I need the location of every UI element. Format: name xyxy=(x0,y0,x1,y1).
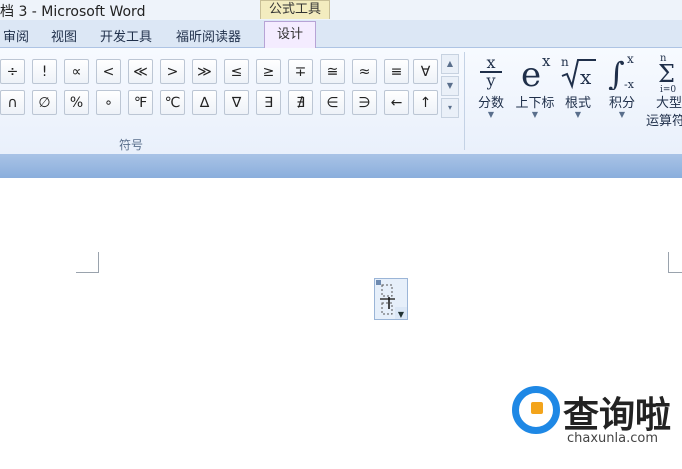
symbol-button[interactable]: ∆ xyxy=(192,90,217,115)
symbol-button[interactable]: ℃ xyxy=(160,90,185,115)
symbol-button[interactable]: < xyxy=(96,59,121,84)
chevron-down-icon: ▼ xyxy=(531,110,539,119)
symbol-button[interactable]: > xyxy=(160,59,185,84)
chevron-down-icon: ▼ xyxy=(574,110,582,119)
symbol-button[interactable]: ≫ xyxy=(192,59,217,84)
radical-button[interactable]: n x 根式 ▼ xyxy=(558,48,598,154)
large-operator-label: 大型 xyxy=(656,96,682,111)
svg-text:y: y xyxy=(485,71,495,90)
symbol-button[interactable]: ∄ xyxy=(288,90,313,115)
large-operator-label-line2: 运算符 xyxy=(646,114,682,129)
tab-view[interactable]: 视图 xyxy=(51,26,77,45)
symbol-gallery-scroll: ▲ ▼ ▾ xyxy=(441,54,459,118)
svg-text:n: n xyxy=(561,55,569,69)
svg-text:Σ: Σ xyxy=(658,60,675,88)
symbol-button[interactable]: ∘ xyxy=(96,90,121,115)
symbol-button[interactable]: ∃ xyxy=(256,90,281,115)
symbol-button[interactable]: ≡ xyxy=(384,59,409,84)
ribbon-bottom-band xyxy=(0,154,682,178)
fraction-placeholder-icon: ▼ xyxy=(376,280,407,319)
title-bar: 档 3 - Microsoft Word 公式工具 xyxy=(0,0,682,20)
radical-icon: n x xyxy=(558,52,598,92)
symbol-button[interactable]: ← xyxy=(384,90,409,115)
chevron-down-icon: ▼ xyxy=(618,110,626,119)
svg-text:i=0: i=0 xyxy=(660,85,676,92)
ribbon: ÷ ! ∝ < ≪ > ≫ ≤ ≥ ∓ ≅ ≈ ≡ ∀ ∩ ∅ % ∘ ℉ ℃ … xyxy=(0,48,682,154)
large-operator-button[interactable]: n Σ i=0 大型 运算符 xyxy=(644,48,682,154)
scroll-down-button[interactable]: ▼ xyxy=(441,76,459,96)
script-icon: e x xyxy=(512,52,558,95)
symbols-group-label: 符号 xyxy=(119,138,144,152)
script-button[interactable]: e x 上下标 ▼ xyxy=(512,48,558,154)
tab-developer[interactable]: 开发工具 xyxy=(100,26,152,45)
symbol-button[interactable]: ∇ xyxy=(224,90,249,115)
integral-label: 积分 xyxy=(608,96,635,111)
group-separator xyxy=(464,52,465,150)
window-title: 档 3 - Microsoft Word xyxy=(0,4,146,20)
svg-text:x: x xyxy=(542,52,551,70)
symbol-button[interactable]: ∝ xyxy=(64,59,89,84)
fraction-label: 分数 xyxy=(477,96,504,111)
svg-text:∫: ∫ xyxy=(608,55,625,90)
tab-review[interactable]: 审阅 xyxy=(3,26,29,45)
svg-text:e: e xyxy=(521,55,541,90)
symbol-button[interactable]: ∀ xyxy=(413,59,438,84)
fraction-button[interactable]: x y 分数 ▼ xyxy=(470,48,512,154)
symbol-button[interactable]: ≈ xyxy=(352,59,377,84)
equation-tools-context-tab: 公式工具 xyxy=(260,0,330,19)
svg-text:-x: -x xyxy=(624,78,635,90)
radical-label: 根式 xyxy=(564,96,591,111)
chevron-down-icon: ▼ xyxy=(487,110,495,119)
svg-text:x: x xyxy=(580,65,592,89)
symbol-button[interactable]: ≅ xyxy=(320,59,345,84)
symbols-group: ÷ ! ∝ < ≪ > ≫ ≤ ≥ ∓ ≅ ≈ ≡ ∀ ∩ ∅ % ∘ ℉ ℃ … xyxy=(0,48,462,154)
symbol-button[interactable]: ! xyxy=(32,59,57,84)
scroll-up-button[interactable]: ▲ xyxy=(441,54,459,74)
gallery-more-button[interactable]: ▾ xyxy=(441,98,459,118)
left-margin-crop-mark xyxy=(76,252,99,273)
brand-logo-accent xyxy=(531,402,543,414)
fraction-icon: x y xyxy=(470,52,512,92)
tab-design[interactable]: 设计 xyxy=(264,21,317,48)
watermark-url: chaxunla.com xyxy=(567,431,658,446)
word-window: 档 3 - Microsoft Word 公式工具 审阅 视图 开发工具 福昕阅… xyxy=(0,0,682,469)
symbol-button[interactable]: ∓ xyxy=(288,59,313,84)
integral-button[interactable]: ∫ x -x 积分 ▼ xyxy=(600,48,644,154)
symbol-button[interactable]: ≤ xyxy=(224,59,249,84)
symbol-button[interactable]: ≥ xyxy=(256,59,281,84)
svg-text:x: x xyxy=(627,52,634,66)
symbol-button[interactable]: ℉ xyxy=(128,90,153,115)
symbol-button[interactable]: ∩ xyxy=(0,90,25,115)
integral-icon: ∫ x -x xyxy=(600,52,644,93)
symbol-button[interactable]: ∋ xyxy=(352,90,377,115)
symbol-button[interactable]: ↑ xyxy=(413,90,438,115)
equation-placeholder[interactable]: ▼ xyxy=(374,278,408,320)
symbol-button[interactable]: ≪ xyxy=(128,59,153,84)
symbol-button[interactable]: ∈ xyxy=(320,90,345,115)
symbol-button[interactable]: ∅ xyxy=(32,90,57,115)
chevron-down-icon: ▼ xyxy=(398,310,405,319)
right-margin-crop-mark xyxy=(668,252,682,273)
large-operator-icon: n Σ i=0 xyxy=(648,52,682,95)
tab-foxit-reader[interactable]: 福昕阅读器 xyxy=(176,26,241,45)
svg-text:x: x xyxy=(486,53,495,72)
ribbon-tabs: 审阅 视图 开发工具 福昕阅读器 设计 xyxy=(0,20,682,48)
script-label: 上下标 xyxy=(515,96,555,111)
symbol-button[interactable]: ÷ xyxy=(0,59,25,84)
symbol-button[interactable]: % xyxy=(64,90,89,115)
